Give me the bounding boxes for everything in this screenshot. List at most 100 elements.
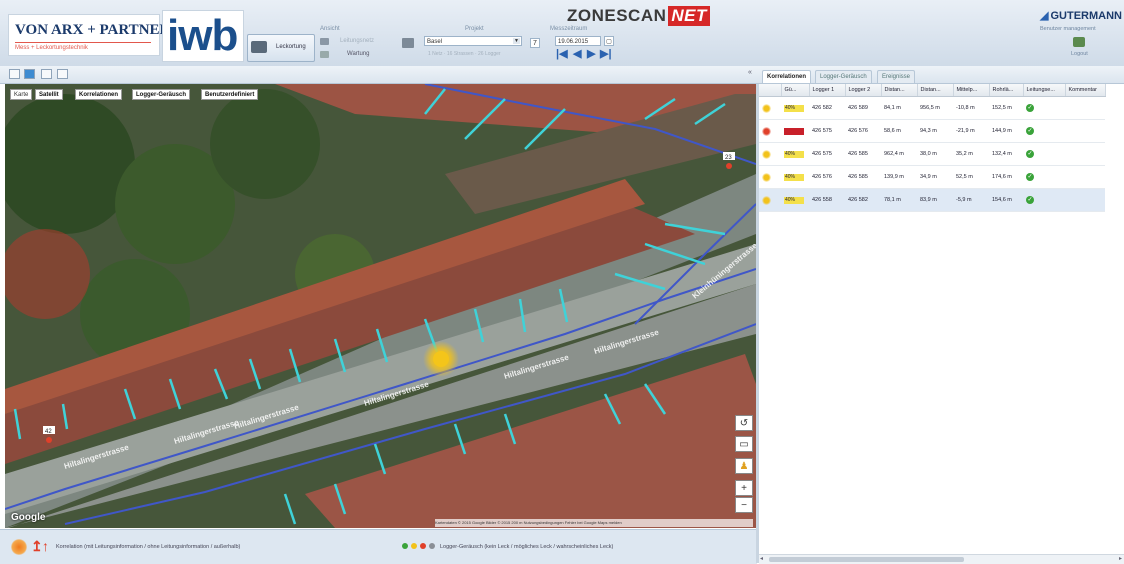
company-sub: Mess + Leckortungstechnik <box>15 45 88 51</box>
col-header-logger1[interactable]: Logger 1 <box>809 84 846 97</box>
layer-icon[interactable] <box>57 69 68 79</box>
correlation-sun-icon <box>11 539 27 555</box>
kommentar-cell[interactable] <box>1065 96 1105 120</box>
quality-badge <box>784 127 804 135</box>
zoom-in-icon[interactable]: + <box>735 480 753 496</box>
korrelationen-table: Gü... Logger 1 Logger 2 Distan... Distan… <box>759 84 1106 212</box>
status-cell <box>759 165 781 189</box>
pointer-icon[interactable] <box>41 69 52 79</box>
truck-icon <box>251 41 267 53</box>
last-day-icon[interactable]: ▶| <box>600 47 612 60</box>
logger1-cell: 426 558 <box>809 188 845 212</box>
kommentar-cell[interactable] <box>1065 142 1105 166</box>
map-type-satellit[interactable]: Satellit <box>35 89 63 100</box>
col-header-kommentar[interactable]: Kommentar <box>1065 84 1106 97</box>
leak-status-icon <box>762 103 771 113</box>
tab-logger-geraeusch[interactable]: Logger-Geräusch <box>815 70 872 83</box>
tab-ereignisse[interactable]: Ereignisse <box>877 70 916 83</box>
collapse-panel-icon[interactable]: « <box>748 69 752 76</box>
col-header-leitungsinfo[interactable]: Leitungse... <box>1023 84 1066 97</box>
leckortung-button[interactable]: Leckortung <box>247 34 315 62</box>
legend-korrelation-text: Korrelation (mit Leitungsinformation / o… <box>56 544 241 550</box>
rohrlaenge-cell: 152,5 m <box>989 96 1023 120</box>
table-row[interactable]: 40% 426 576 426 585 139,9 m 34,9 m 52,5 m 174,… <box>759 165 1105 189</box>
rohrlaenge-cell: 144,9 m <box>989 119 1023 143</box>
mittelpunkt-cell: 52,5 m <box>953 165 989 189</box>
calendar-icon[interactable]: 7 <box>530 38 540 48</box>
check-icon: ✓ <box>1026 150 1034 158</box>
scroll-right-icon[interactable]: ▸ <box>1119 555 1122 562</box>
quality-cell: 40% <box>781 188 809 212</box>
quality-cell: 40% <box>781 96 809 120</box>
prev-day-icon[interactable]: ◀ <box>573 47 581 60</box>
leitungsinfo-cell: ✓ <box>1023 96 1065 120</box>
korrelationen-layer-button[interactable]: Korrelationen <box>75 89 123 100</box>
leitungsinfo-cell: ✓ <box>1023 119 1065 143</box>
col-header-distanz2[interactable]: Distan... <box>917 84 954 97</box>
col-header-mittelpunkt[interactable]: Mittelp... <box>953 84 990 97</box>
check-icon: ✓ <box>1026 127 1034 135</box>
distanz2-cell: 38,0 m <box>917 142 953 166</box>
projekt-group-title: Projekt <box>465 26 484 32</box>
grid-icon[interactable] <box>9 69 20 79</box>
col-header-logger2[interactable]: Logger 2 <box>845 84 882 97</box>
quality-badge: 40% <box>784 104 804 112</box>
table-row[interactable]: 426 575 426 576 58,6 m 94,3 m -21,9 m 144,9 m… <box>759 119 1105 143</box>
satellite-map[interactable]: Hiltalingerstrasse Hiltalingerstrasse Hi… <box>5 84 756 528</box>
table-row[interactable]: 40% 426 558 426 582 78,1 m 83,9 m -5,9 m 154,6… <box>759 188 1105 212</box>
col-header[interactable] <box>759 84 782 97</box>
logger-geraeusch-layer-button[interactable]: Logger-Geräusch <box>132 89 191 100</box>
unknown-dot-icon <box>429 543 435 549</box>
leitungsinfo-cell: ✓ <box>1023 188 1065 212</box>
logger2-cell: 426 576 <box>845 119 881 143</box>
printer-icon[interactable] <box>402 38 414 48</box>
table-row[interactable]: 40% 426 575 426 585 962,4 m 38,0 m 35,2 m 132,… <box>759 142 1105 166</box>
kommentar-cell[interactable] <box>1065 165 1105 189</box>
app-header: VON ARX + PARTNER AG Mess + Leckortungst… <box>0 0 1124 67</box>
logger2-cell: 426 585 <box>845 165 881 189</box>
open-date-icon[interactable]: ▢ <box>604 36 614 46</box>
leitungsnetz-button[interactable]: Leitungsnetz <box>340 38 374 44</box>
korrelationen-table-panel: Gü... Logger 1 Logger 2 Distan... Distan… <box>759 84 1124 554</box>
date-field[interactable]: 19.06.2015 <box>555 36 601 46</box>
logger-marker-label: 42 <box>45 429 52 435</box>
next-day-icon[interactable]: ▶ <box>587 47 595 60</box>
tilt-icon[interactable]: ▭ <box>735 436 753 452</box>
map-attribution: Kartendaten © 2015 Google Bilder © 2015 … <box>435 519 753 527</box>
table-header-row: Gü... Logger 1 Logger 2 Distan... Distan… <box>759 84 1106 97</box>
zonescan-brand: ZONESCAN NET <box>567 6 710 26</box>
tab-korrelationen[interactable]: Korrelationen <box>762 70 812 83</box>
wartung-button[interactable]: Wartung <box>347 51 369 57</box>
leak-status-icon <box>762 126 771 136</box>
logger1-cell: 426 576 <box>809 165 845 189</box>
logger1-cell: 426 575 <box>809 142 845 166</box>
logout-icon[interactable] <box>1073 37 1085 47</box>
col-header-guete[interactable]: Gü... <box>781 84 810 97</box>
arrow-up-icon: ↑ <box>42 538 49 554</box>
distanz2-cell: 34,9 m <box>917 165 953 189</box>
legend-logger-text: Logger-Geräusch (kein Leck / mögliches L… <box>440 544 614 550</box>
logo-divider <box>15 42 151 43</box>
rohrlaenge-cell: 174,6 m <box>989 165 1023 189</box>
kommentar-cell[interactable] <box>1065 119 1105 143</box>
scroll-thumb[interactable] <box>769 557 964 562</box>
user-management-link[interactable]: Benutzer management <box>1040 26 1096 32</box>
mittelpunkt-cell: -21,9 m <box>953 119 989 143</box>
benutzerdefiniert-layer-button[interactable]: Benutzerdefiniert <box>201 89 259 100</box>
logout-link[interactable]: Logout <box>1071 51 1088 57</box>
table-row[interactable]: 40% 426 582 426 589 84,1 m 956,5 m -10,8 m 152… <box>759 96 1105 120</box>
map-imagery: Hiltalingerstrasse Hiltalingerstrasse Hi… <box>5 84 756 528</box>
kommentar-cell[interactable] <box>1065 188 1105 212</box>
mittelpunkt-cell: -10,8 m <box>953 96 989 120</box>
street-view-icon[interactable]: ♟ <box>735 458 753 474</box>
col-header-rohrlaenge[interactable]: Rohrlä... <box>989 84 1024 97</box>
col-header-distanz1[interactable]: Distan... <box>881 84 918 97</box>
zoom-out-icon[interactable]: − <box>735 497 753 513</box>
map-view-icon[interactable] <box>24 69 35 79</box>
first-day-icon[interactable]: |◀ <box>556 47 568 60</box>
map-type-karte[interactable]: Karte <box>10 89 33 100</box>
rotate-icon[interactable]: ↺ <box>735 415 753 431</box>
scroll-left-icon[interactable]: ◂ <box>760 555 763 562</box>
mittelpunkt-cell: 35,2 m <box>953 142 989 166</box>
projekt-select[interactable]: Basel ▼ <box>424 36 522 46</box>
